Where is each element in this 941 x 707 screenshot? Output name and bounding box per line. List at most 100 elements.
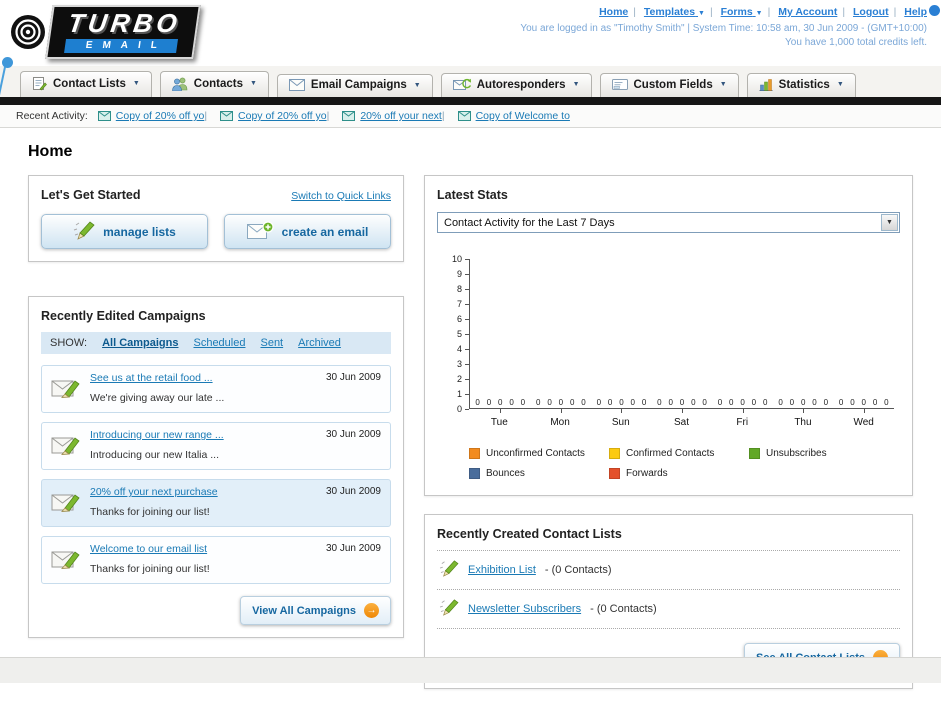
manage-lists-button[interactable]: manage lists bbox=[41, 214, 208, 249]
campaign-subtitle: Introducing our new Italia ... bbox=[90, 449, 219, 461]
campaign-title-link[interactable]: See us at the retail food ... bbox=[90, 372, 317, 384]
contact-list-count: - (0 Contacts) bbox=[544, 564, 612, 576]
contact-list-link[interactable]: Newsletter Subscribers bbox=[468, 603, 581, 615]
chevron-down-icon: ▼ bbox=[132, 80, 140, 87]
contact-list-count: - (0 Contacts) bbox=[590, 603, 657, 615]
chevron-down-icon: ▼ bbox=[572, 81, 580, 88]
custom-fields-icon bbox=[611, 78, 628, 91]
credits-text: You have 1,000 total credits left. bbox=[785, 37, 927, 48]
recent-activity-item: 20% off your next bbox=[327, 110, 442, 122]
tab-contacts[interactable]: Contacts ▼ bbox=[159, 71, 269, 97]
contact-list-link[interactable]: Exhibition List bbox=[468, 564, 536, 576]
chevron-down-icon: ▼ bbox=[755, 10, 763, 17]
filter-scheduled[interactable]: Scheduled bbox=[193, 337, 245, 349]
filter-archived[interactable]: Archived bbox=[298, 337, 341, 349]
create-email-button[interactable]: create an email bbox=[224, 214, 391, 249]
footer-strip bbox=[0, 657, 941, 683]
chevron-down-icon: ▼ bbox=[719, 81, 727, 88]
recent-activity-link[interactable]: Copy of 20% off yo bbox=[116, 110, 205, 122]
pencil-icon bbox=[439, 560, 459, 580]
chart-legend: Unconfirmed Contacts Confirmed Contacts Un… bbox=[469, 448, 894, 479]
legend-swatch bbox=[469, 468, 480, 479]
stats-period-select[interactable]: Contact Activity for the Last 7 Days ▼ bbox=[437, 212, 900, 233]
legend-label: Unconfirmed Contacts bbox=[486, 448, 585, 459]
chart-day-group: 00000 bbox=[773, 259, 834, 413]
tab-email-campaigns[interactable]: Email Campaigns ▼ bbox=[276, 74, 433, 97]
campaign-row: Welcome to our email list Thanks for joi… bbox=[41, 536, 391, 584]
campaign-subtitle: We're giving away our late ... bbox=[90, 392, 225, 404]
tab-contact-lists[interactable]: Contact Lists ▼ bbox=[20, 71, 152, 97]
recent-activity-item: Copy of Welcome to bbox=[442, 110, 570, 122]
top-link-templates[interactable]: Templates ▼ bbox=[644, 6, 705, 18]
switch-to-quick-links-link[interactable]: Switch to Quick Links bbox=[291, 190, 391, 202]
view-all-campaigns-button[interactable]: View All Campaigns → bbox=[240, 596, 391, 625]
chart-day-group: 00000 bbox=[470, 259, 531, 413]
tab-label: Contact Lists bbox=[53, 77, 126, 90]
tab-label: Custom Fields bbox=[633, 78, 713, 91]
contact-list-item: Newsletter Subscribers - (0 Contacts) bbox=[437, 590, 900, 629]
legend-item: Bounces bbox=[469, 468, 609, 479]
chart-plot: 00000000000000000000000000000000000 bbox=[469, 259, 894, 413]
separator: | bbox=[767, 6, 771, 18]
pencil-icon bbox=[73, 220, 95, 243]
campaign-date: 30 Jun 2009 bbox=[325, 543, 381, 554]
tab-statistics[interactable]: Statistics ▼ bbox=[746, 73, 856, 97]
get-started-panel: Let's Get Started Switch to Quick Links bbox=[28, 175, 404, 262]
campaign-subtitle: Thanks for joining our list! bbox=[90, 563, 210, 575]
filter-all-campaigns[interactable]: All Campaigns bbox=[102, 337, 178, 349]
logo-text-email: EMAIL bbox=[64, 39, 179, 53]
campaign-row: Introducing our new range ... Introducin… bbox=[41, 422, 391, 470]
chart-day-group: 00000 bbox=[531, 259, 592, 413]
legend-label: Forwards bbox=[626, 468, 668, 479]
tab-autoresponders[interactable]: Autoresponders ▼ bbox=[440, 73, 592, 97]
statistics-icon bbox=[759, 78, 773, 91]
top-link-my-account[interactable]: My Account bbox=[778, 6, 837, 18]
edit-campaign-icon bbox=[51, 543, 81, 577]
email-icon bbox=[97, 111, 111, 121]
recent-activity-bar: Recent Activity: Copy of 20% off yo | Co… bbox=[0, 105, 941, 128]
logo-swirl-icon bbox=[10, 14, 46, 50]
latest-stats-panel: Latest Stats Contact Activity for the La… bbox=[424, 175, 913, 496]
recent-activity-link[interactable]: Copy of 20% off yo bbox=[238, 110, 327, 122]
separator: | bbox=[633, 6, 636, 18]
page: TURBO EMAIL Home | Templates ▼ | Forms ▼ | … bbox=[0, 0, 941, 689]
top-link-logout[interactable]: Logout bbox=[853, 6, 889, 18]
campaign-title-link[interactable]: 20% off your next purchase bbox=[90, 486, 317, 498]
main-nav: Contact Lists ▼ Contacts ▼ Email Campaig… bbox=[0, 66, 941, 97]
campaign-row: 20% off your next purchase Thanks for jo… bbox=[41, 479, 391, 527]
legend-item: Forwards bbox=[609, 468, 749, 479]
recent-activity-label: Recent Activity: bbox=[16, 110, 88, 122]
top-nav-links: Home | Templates ▼ | Forms ▼ | My Account | … bbox=[520, 6, 927, 18]
legend-item: Confirmed Contacts bbox=[609, 448, 749, 459]
legend-label: Confirmed Contacts bbox=[626, 448, 715, 459]
campaign-row: See us at the retail food ... We're givi… bbox=[41, 365, 391, 413]
campaign-title-link[interactable]: Welcome to our email list bbox=[90, 543, 317, 555]
tab-label: Autoresponders bbox=[476, 78, 566, 91]
email-icon bbox=[457, 111, 471, 121]
recent-campaigns-panel: Recently Edited Campaigns SHOW: All Camp… bbox=[28, 296, 404, 638]
legend-swatch bbox=[469, 448, 480, 459]
contact-lists-icon bbox=[32, 76, 47, 91]
recent-activity-link[interactable]: Copy of Welcome to bbox=[476, 110, 570, 122]
separator: | bbox=[842, 6, 846, 18]
pencil-icon bbox=[439, 599, 459, 619]
chart-day-group: 00000 bbox=[652, 259, 713, 413]
top-link-help[interactable]: Help bbox=[904, 6, 927, 18]
email-campaigns-icon bbox=[288, 79, 305, 91]
top-link-forms[interactable]: Forms ▼ bbox=[721, 6, 763, 18]
filter-sent[interactable]: Sent bbox=[260, 337, 283, 349]
app-logo[interactable]: TURBO EMAIL bbox=[10, 5, 260, 59]
contact-list-item: Exhibition List - (0 Contacts) bbox=[437, 551, 900, 590]
top-link-home[interactable]: Home bbox=[599, 6, 628, 18]
tab-label: Statistics bbox=[778, 78, 830, 91]
recent-activity-link[interactable]: 20% off your next bbox=[360, 110, 442, 122]
campaign-subtitle: Thanks for joining our list! bbox=[90, 506, 210, 518]
campaign-filter-bar: SHOW: All Campaigns Scheduled Sent Archi… bbox=[41, 332, 391, 354]
show-label: SHOW: bbox=[50, 337, 88, 349]
campaign-list: See us at the retail food ... We're givi… bbox=[41, 365, 391, 584]
tab-custom-fields[interactable]: Custom Fields ▼ bbox=[599, 73, 739, 97]
arrow-right-icon: → bbox=[364, 603, 379, 618]
main-content: Home Let's Get Started Switch to Quick L… bbox=[0, 128, 941, 707]
campaign-title-link[interactable]: Introducing our new range ... bbox=[90, 429, 317, 441]
top-right-area: Home | Templates ▼ | Forms ▼ | My Account | … bbox=[520, 6, 927, 48]
